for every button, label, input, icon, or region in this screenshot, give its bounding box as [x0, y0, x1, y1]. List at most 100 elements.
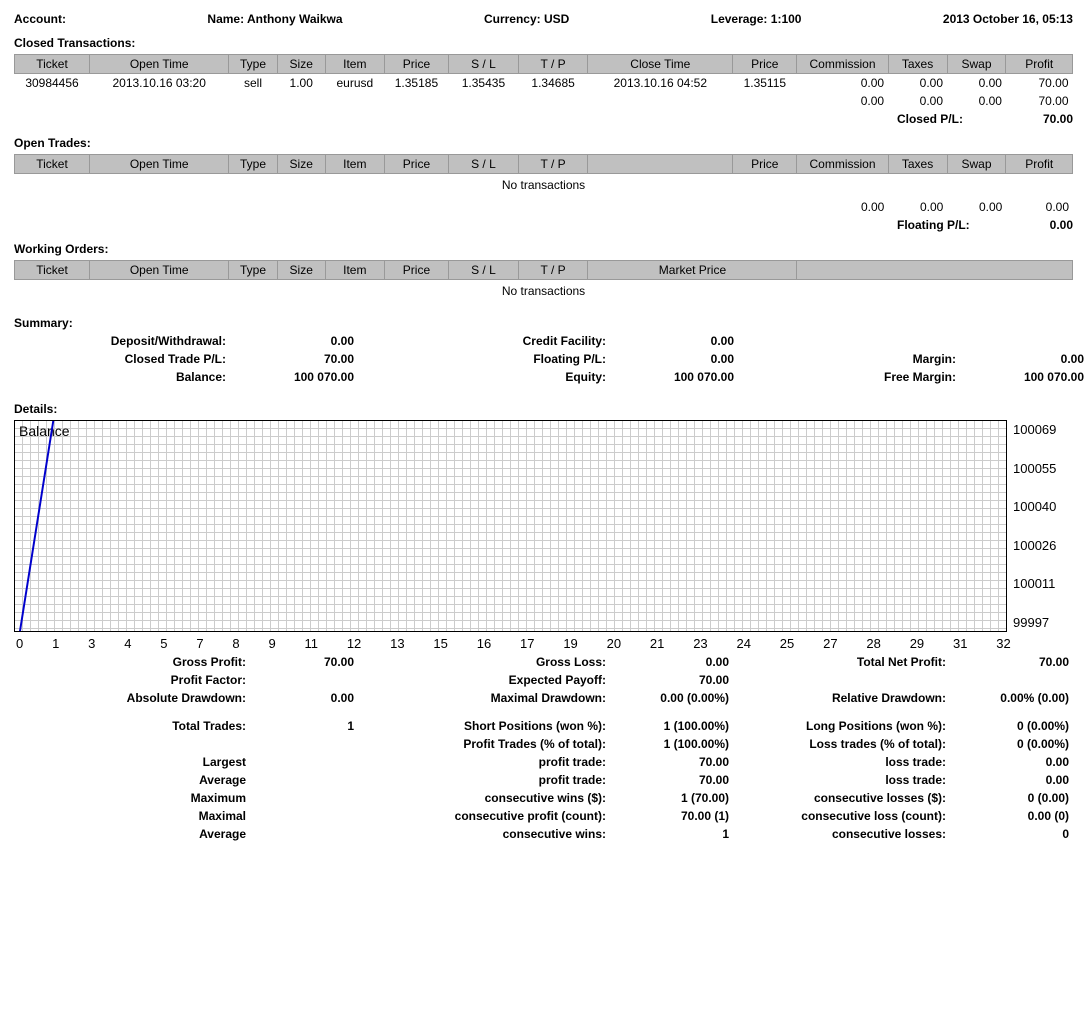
th-sl: S / L — [449, 55, 519, 74]
x-tick: 9 — [268, 636, 275, 651]
x-tick: 19 — [563, 636, 577, 651]
margin-label: Margin: — [734, 352, 964, 366]
th-taxes: Taxes — [888, 55, 947, 74]
closed-transactions-table: Ticket Open Time Type Size Item Price S … — [14, 54, 1073, 110]
cell-size: 1.00 — [277, 74, 325, 93]
dep-w-label: Deposit/Withdrawal: — [14, 334, 234, 348]
cell-price2: 1.35115 — [733, 74, 797, 93]
working-orders-title: Working Orders: — [14, 242, 1073, 256]
margin-value: 0.00 — [964, 352, 1084, 366]
closed-totals-row: 0.00 0.00 0.00 70.00 — [15, 92, 1073, 110]
closed-pl-label: Closed P/L: — [897, 112, 963, 126]
th-profit: Profit — [1006, 55, 1073, 74]
stats-row: Profit Factor: Expected Payoff:70.00 — [14, 673, 1073, 687]
total-taxes: 0.00 — [888, 92, 947, 110]
name-cell: Name: Anthony Waikwa — [207, 12, 342, 26]
x-tick: 25 — [780, 636, 794, 651]
th-ticket: Ticket — [15, 55, 90, 74]
total-commission: 0.00 — [797, 92, 888, 110]
table-header-row: Ticket Open Time Type Size Item Price S … — [15, 155, 1073, 174]
cell-open-time: 2013.10.16 03:20 — [90, 74, 229, 93]
stats-row: Absolute Drawdown:0.00 Maximal Drawdown:… — [14, 691, 1073, 705]
dep-w-value: 0.00 — [234, 334, 354, 348]
x-tick: 8 — [232, 636, 239, 651]
cell-taxes: 0.00 — [888, 74, 947, 93]
balance-line — [19, 421, 94, 631]
x-tick: 28 — [866, 636, 880, 651]
total-profit: 70.00 — [1006, 92, 1073, 110]
report-header: Account: Name: Anthony Waikwa Currency: … — [14, 12, 1073, 26]
cell-close-time: 2013.10.16 04:52 — [588, 74, 733, 93]
cell-sl: 1.35435 — [449, 74, 519, 93]
x-tick: 11 — [305, 636, 319, 651]
timestamp: 2013 October 16, 05:13 — [943, 12, 1073, 26]
th-size: Size — [277, 55, 325, 74]
open-trades-table: Ticket Open Time Type Size Item Price S … — [14, 154, 1073, 174]
th-type: Type — [229, 55, 277, 74]
fpl-label: Floating P/L: — [354, 352, 614, 366]
x-tick: 0 — [16, 636, 23, 651]
x-tick: 13 — [390, 636, 404, 651]
credit-label: Credit Facility: — [354, 334, 614, 348]
th-swap: Swap — [947, 55, 1006, 74]
th-open-time: Open Time — [90, 55, 229, 74]
chart-y-axis: 100069 100055 100040 100026 100011 99997 — [1007, 420, 1073, 632]
cell-commission: 0.00 — [797, 74, 888, 93]
leverage-cell: Leverage: 1:100 — [711, 12, 802, 26]
cell-profit: 70.00 — [1006, 74, 1073, 93]
summary-grid: Deposit/Withdrawal: 0.00 Credit Facility… — [14, 334, 1073, 384]
balance-chart: Balance 100069 100055 100040 100026 1000… — [14, 420, 1073, 632]
table-header-row: Ticket Open Time Type Size Item Price S … — [15, 55, 1073, 74]
x-tick: 20 — [607, 636, 621, 651]
th-commission: Commission — [797, 55, 888, 74]
credit-value: 0.00 — [614, 334, 734, 348]
x-tick: 32 — [996, 636, 1010, 651]
open-trades-title: Open Trades: — [14, 136, 1073, 150]
x-tick: 5 — [160, 636, 167, 651]
th-price: Price — [384, 55, 448, 74]
cell-ticket: 30984456 — [15, 74, 90, 93]
stats-row: Profit Trades (% of total):1 (100.00%) L… — [14, 737, 1073, 751]
open-no-transactions: No transactions — [14, 178, 1073, 192]
x-tick: 7 — [196, 636, 203, 651]
x-tick: 21 — [650, 636, 664, 651]
floating-pl-label: Floating P/L: — [897, 218, 970, 232]
table-row: 30984456 2013.10.16 03:20 sell 1.00 euru… — [15, 74, 1073, 93]
stats-row: Average profit trade:70.00 loss trade:0.… — [14, 773, 1073, 787]
closed-transactions-title: Closed Transactions: — [14, 36, 1073, 50]
stats-row: Maximal consecutive profit (count):70.00… — [14, 809, 1073, 823]
cell-price: 1.35185 — [384, 74, 448, 93]
currency-cell: Currency: USD — [484, 12, 569, 26]
free-margin-label: Free Margin: — [734, 370, 964, 384]
x-tick: 23 — [693, 636, 707, 651]
ctpl-value: 70.00 — [234, 352, 354, 366]
floating-pl-row: Floating P/L: 0.00 — [14, 218, 1073, 232]
table-header-row: Ticket Open Time Type Size Item Price S … — [15, 261, 1073, 280]
x-tick: 31 — [953, 636, 967, 651]
x-tick: 15 — [433, 636, 447, 651]
open-totals-row: 0.00 0.00 0.00 0.00 — [14, 198, 1073, 216]
x-tick: 24 — [737, 636, 751, 651]
x-tick: 4 — [124, 636, 131, 651]
x-tick: 12 — [347, 636, 361, 651]
total-swap: 0.00 — [947, 92, 1006, 110]
stats-row: Total Trades:1 Short Positions (won %):1… — [14, 719, 1073, 733]
cell-swap: 0.00 — [947, 74, 1006, 93]
ctpl-label: Closed Trade P/L: — [14, 352, 234, 366]
floating-pl-value: 0.00 — [1050, 218, 1073, 232]
equity-value: 100 070.00 — [614, 370, 734, 384]
summary-title: Summary: — [14, 316, 1073, 330]
closed-pl-value: 70.00 — [1043, 112, 1073, 126]
x-tick: 1 — [52, 636, 59, 651]
x-tick: 27 — [823, 636, 837, 651]
th-close-time: Close Time — [588, 55, 733, 74]
chart-x-axis: 0134578911121315161719202123242527282931… — [14, 636, 1073, 651]
working-no-transactions: No transactions — [14, 284, 1073, 298]
account-label: Account: — [14, 12, 66, 26]
stats-row: Average consecutive wins:1 consecutive l… — [14, 827, 1073, 841]
stats-row: Largest profit trade:70.00 loss trade:0.… — [14, 755, 1073, 769]
chart-plot-area: Balance — [14, 420, 1007, 632]
cell-type: sell — [229, 74, 277, 93]
x-tick: 3 — [88, 636, 95, 651]
balance-label: Balance: — [14, 370, 234, 384]
